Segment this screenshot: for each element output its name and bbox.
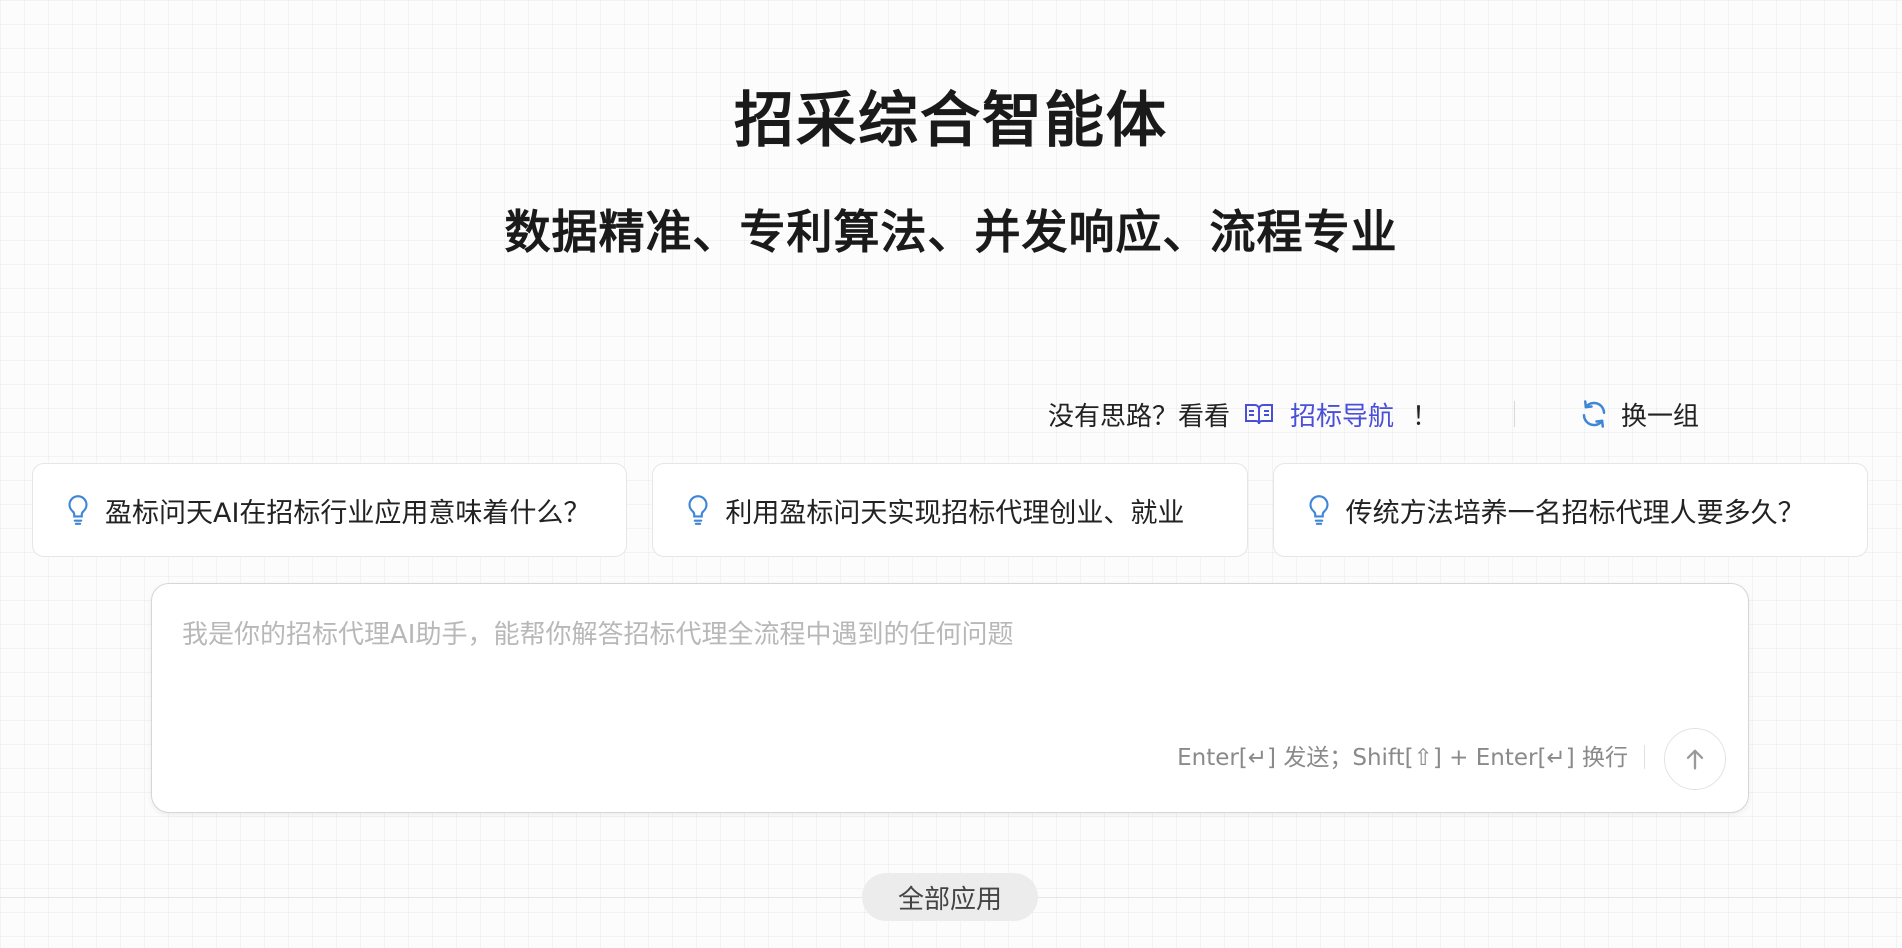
refresh-icon — [1582, 400, 1606, 428]
suggestion-label: 盈标问天AI在招标行业应用意味着什么？ — [105, 497, 591, 529]
lightbulb-icon — [688, 495, 708, 525]
hint-prefix: 没有思路？看看 — [1048, 401, 1231, 432]
all-apps-button[interactable]: 全部应用 — [862, 873, 1038, 921]
arrow-up-icon — [1686, 749, 1704, 770]
suggestion-card-1[interactable]: 盈标问天AI在招标行业应用意味着什么？ — [32, 463, 628, 557]
page-subtitle: 数据精准、专利算法、并发响应、流程专业 — [504, 205, 1398, 259]
book-icon — [1245, 404, 1274, 425]
refresh-button[interactable]: 换一组 — [1579, 396, 1699, 433]
refresh-label: 换一组 — [1621, 401, 1700, 432]
hint-divider — [1514, 401, 1516, 427]
bidding-nav-link[interactable]: 招标导航 — [1244, 396, 1394, 433]
suggestion-cards: 盈标问天AI在招标行业应用意味着什么？ 利用盈标问天实现招标代理创业、就业 传统… — [32, 463, 1868, 557]
hint-row: 没有思路？看看 招标导航 ！ 换一组 — [1048, 394, 1699, 434]
shortcut-hint: Enter[↵] 发送；Shift[⇧] + Enter[↵] 换行 — [1177, 745, 1628, 771]
suggestion-label: 利用盈标问天实现招标代理创业、就业 — [725, 497, 1185, 529]
lightbulb-icon — [1309, 495, 1329, 525]
page-title: 招采综合智能体 — [734, 86, 1168, 156]
send-button[interactable] — [1664, 728, 1726, 790]
bidding-nav-label: 招标导航 — [1290, 401, 1395, 432]
chat-input-box: Enter[↵] 发送；Shift[⇧] + Enter[↵] 换行 — [151, 583, 1749, 813]
chat-input[interactable] — [182, 614, 1718, 734]
hint-suffix: ！ — [1412, 401, 1439, 432]
suggestion-card-2[interactable]: 利用盈标问天实现招标代理创业、就业 — [652, 463, 1248, 557]
lightbulb-icon — [68, 495, 88, 525]
input-divider — [1644, 745, 1645, 769]
suggestion-card-3[interactable]: 传统方法培养一名招标代理人要多久？ — [1272, 463, 1868, 557]
suggestion-label: 传统方法培养一名招标代理人要多久？ — [1345, 497, 1805, 529]
